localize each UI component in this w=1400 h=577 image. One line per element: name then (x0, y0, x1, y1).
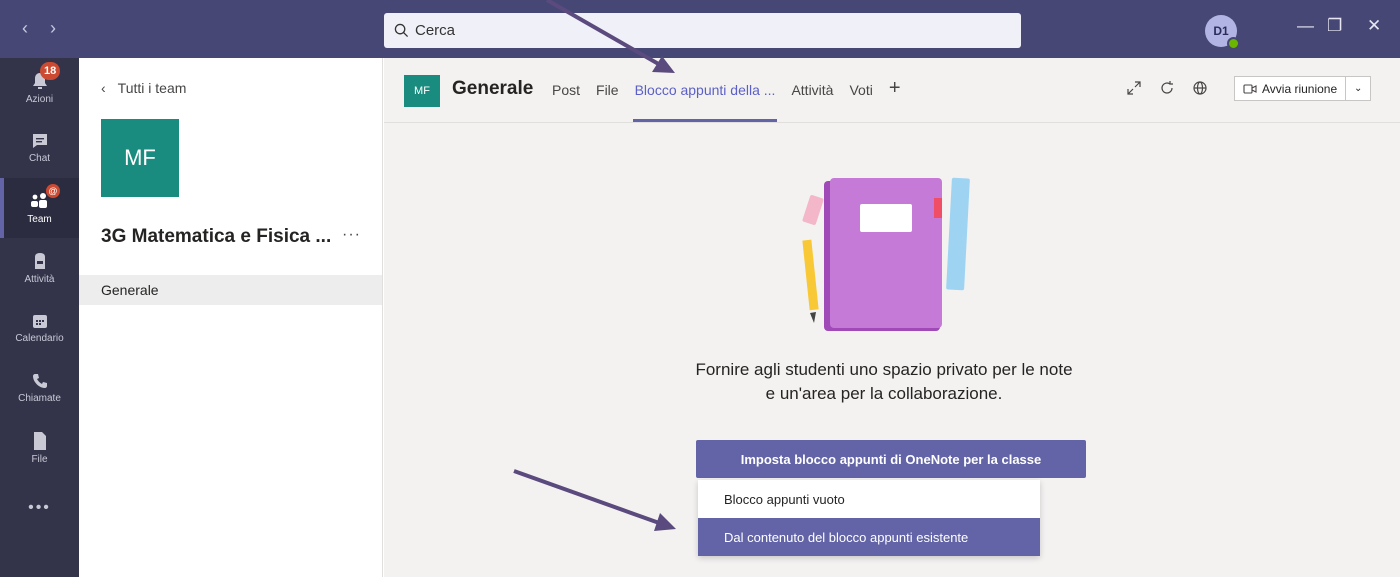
rail-label: File (31, 454, 48, 465)
header-icons (1126, 80, 1208, 101)
rail-label: Attività (24, 274, 55, 285)
rail-label: Calendario (15, 333, 64, 344)
search-icon (394, 23, 409, 38)
rail-label: Chat (28, 153, 51, 164)
channel-title: Generale (452, 78, 534, 99)
setup-onenote-button[interactable]: Imposta blocco appunti di OneNote per la… (696, 440, 1086, 478)
class-notebook-illustration (802, 177, 970, 331)
close-button[interactable]: ✕ (1367, 16, 1381, 36)
meet-label-wrap: Avvia riunione (1235, 77, 1347, 100)
rail-item-calendario[interactable]: Calendario (0, 298, 79, 358)
globe-icon[interactable] (1192, 80, 1208, 101)
meet-label: Avvia riunione (1262, 81, 1338, 96)
back-label: Tutti i team (117, 80, 187, 96)
rail-item-more[interactable]: ••• (0, 478, 79, 538)
calendar-icon (32, 315, 47, 328)
description-line-1: Fornire agli studenti uno spazio privato… (695, 360, 1073, 379)
tab-voti[interactable]: Voti (849, 82, 872, 122)
user-avatar[interactable]: D1 (1205, 15, 1240, 50)
tab-post[interactable]: Post (552, 82, 580, 122)
title-bar: ‹ › Cerca D1 — ❐ ✕ (0, 0, 1400, 58)
setup-options-menu: Blocco appunti vuoto Dal contenuto del b… (698, 480, 1040, 556)
search-placeholder: Cerca (415, 22, 456, 39)
team-more-options-icon[interactable]: ··· (342, 226, 361, 244)
video-camera-icon (1243, 83, 1257, 94)
file-icon (33, 432, 46, 450)
forward-arrow-icon[interactable]: › (50, 18, 56, 39)
rail-item-attivita[interactable]: Attività (0, 238, 79, 298)
more-icon: ••• (28, 499, 51, 516)
description-line-2: e un'area per la collaborazione. (765, 384, 1003, 403)
history-nav: ‹ › (22, 18, 56, 39)
back-arrow-icon[interactable]: ‹ (22, 18, 28, 39)
back-to-teams-link[interactable]: ‹ Tutti i team (101, 80, 186, 96)
start-meeting-button[interactable]: Avvia riunione ⌄ (1234, 76, 1372, 101)
rail-item-team[interactable]: Team @ (0, 178, 79, 238)
rail-label: Azioni (25, 94, 54, 105)
rail-item-chat[interactable]: Chat (0, 118, 79, 178)
rail-item-file[interactable]: File (0, 418, 79, 478)
add-tab-button[interactable]: + (889, 77, 901, 122)
team-name: 3G Matematica e Fisica ... (101, 226, 332, 247)
team-panel: ‹ Tutti i team MF 3G Matematica e Fisica… (79, 58, 383, 577)
rail-label: Team (27, 214, 52, 225)
tab-file[interactable]: File (596, 82, 619, 122)
channel-header: MF Generale Post File Blocco appunti del… (384, 58, 1400, 123)
refresh-icon[interactable] (1159, 80, 1175, 101)
minimize-button[interactable]: — (1297, 16, 1314, 36)
search-input[interactable]: Cerca (384, 13, 1021, 48)
team-avatar: MF (101, 119, 179, 197)
presence-available-icon (1227, 37, 1240, 50)
app-rail: Azioni 18 Chat Team @ Attività Calendari… (0, 58, 79, 577)
channel-item-generale[interactable]: Generale (79, 275, 382, 305)
tab-attivita[interactable]: Attività (791, 82, 833, 122)
main-content: MF Generale Post File Blocco appunti del… (384, 58, 1400, 577)
menu-item-empty-notebook[interactable]: Blocco appunti vuoto (698, 480, 1040, 518)
restore-button[interactable]: ❐ (1327, 16, 1342, 36)
channel-tabs: Post File Blocco appunti della ... Attiv… (552, 77, 901, 122)
tab-blocco-appunti[interactable]: Blocco appunti della ... (632, 82, 778, 122)
mention-badge: @ (46, 184, 60, 198)
menu-item-from-existing-notebook[interactable]: Dal contenuto del blocco appunti esisten… (698, 518, 1040, 556)
avatar-initials: D1 (1213, 24, 1229, 38)
channel-avatar: MF (404, 75, 440, 107)
expand-icon[interactable] (1126, 80, 1142, 101)
rail-label: Chiamate (18, 393, 61, 404)
chevron-down-icon[interactable]: ⌄ (1346, 83, 1370, 94)
onenote-description: Fornire agli studenti uno spazio privato… (634, 358, 1134, 406)
chat-icon (32, 134, 47, 148)
rail-item-chiamate[interactable]: Chiamate (0, 358, 79, 418)
backpack-icon (34, 253, 45, 269)
chevron-left-icon: ‹ (101, 80, 106, 96)
rail-item-azioni[interactable]: Azioni 18 (0, 58, 79, 118)
notification-badge: 18 (40, 62, 61, 80)
phone-icon (32, 374, 47, 388)
